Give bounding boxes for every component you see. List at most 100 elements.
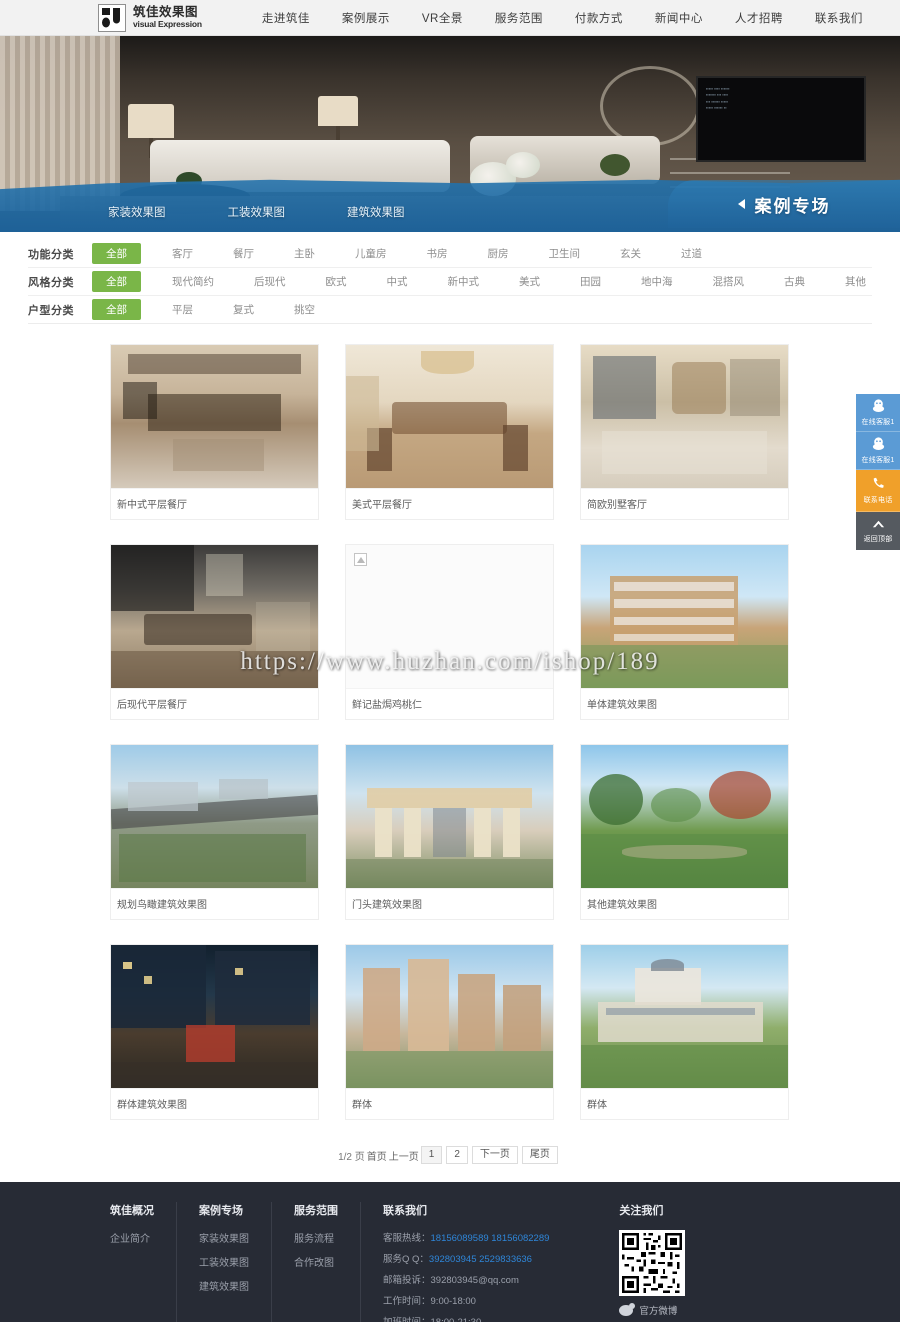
case-caption: 鲜记盐焗鸡桃仁: [346, 688, 553, 719]
filter-option[interactable]: 美式: [510, 272, 549, 291]
filter-option[interactable]: 主卧: [285, 244, 324, 263]
triangle-right-icon: [737, 199, 745, 209]
filter-option[interactable]: 新中式: [439, 272, 489, 291]
case-thumbnail: [111, 545, 318, 688]
case-thumbnail: [346, 545, 553, 688]
site-footer: 筑佳概况 企业简介 案例专场 家装效果图 工装效果图 建筑效果图 服务范围 服务流程 合作改图 …: [0, 1182, 900, 1322]
case-card[interactable]: 单体建筑效果图: [580, 544, 789, 720]
contact-value: 18:00-21:30: [431, 1317, 482, 1322]
footer-link[interactable]: 工装效果图: [199, 1254, 249, 1269]
qq-icon: [871, 398, 886, 415]
filter-option[interactable]: 现代简约: [163, 272, 223, 291]
case-thumbnail-art: [111, 345, 318, 488]
filter-label-1: 风格分类: [28, 276, 74, 289]
pagination-last[interactable]: 尾页: [521, 1146, 558, 1164]
case-card[interactable]: 群体: [345, 944, 554, 1120]
case-thumbnail: [581, 745, 788, 888]
float-bar-item-2[interactable]: 联系电话: [856, 470, 900, 512]
filter-option[interactable]: 挑空: [285, 300, 324, 319]
pagination-page[interactable]: 1: [420, 1146, 443, 1164]
footer-link[interactable]: 服务流程: [294, 1230, 338, 1245]
case-card[interactable]: 门头建筑效果图: [345, 744, 554, 920]
contact-value: 392803945@qq.com: [430, 1275, 519, 1286]
case-card[interactable]: 简欧别墅客厅: [580, 344, 789, 520]
footer-link[interactable]: 合作改图: [294, 1254, 338, 1269]
case-thumbnail: [111, 945, 318, 1088]
logo-mark-icon: [98, 3, 126, 32]
filter-option[interactable]: 过道: [672, 244, 711, 263]
footer-column: 服务范围 服务流程 合作改图: [294, 1202, 361, 1322]
float-bar-item-0[interactable]: 在线客服1: [856, 394, 900, 432]
filter-option[interactable]: 厨房: [479, 244, 518, 263]
nav-item-4[interactable]: 付款方式: [559, 10, 639, 26]
filter-option[interactable]: 中式: [378, 272, 417, 291]
case-card[interactable]: 规划鸟瞰建筑效果图: [110, 744, 319, 920]
filter-option[interactable]: 古典: [775, 272, 814, 291]
nav-item-7[interactable]: 联系我们: [799, 10, 879, 26]
banner-tab-1[interactable]: 工装效果图: [228, 204, 286, 220]
case-thumbnail-art: [111, 945, 318, 1088]
case-thumbnail-art: [581, 945, 788, 1088]
filter-option[interactable]: 全部: [92, 271, 141, 292]
footer-link[interactable]: 企业简介: [110, 1230, 154, 1245]
contact-label: 服务Q Q：: [383, 1254, 429, 1265]
filter-option[interactable]: 欧式: [317, 272, 356, 291]
nav-item-6[interactable]: 人才招聘: [719, 10, 799, 26]
filter-option[interactable]: 混搭风: [704, 272, 754, 291]
contact-line: 服务Q Q：392803945 2529833636: [383, 1251, 549, 1265]
case-card[interactable]: 群体: [580, 944, 789, 1120]
contact-value: 9:00-18:00: [430, 1296, 476, 1307]
filter-option[interactable]: 全部: [92, 243, 141, 264]
filter-option[interactable]: 复式: [224, 300, 263, 319]
float-bar-item-1[interactable]: 在线客服1: [856, 432, 900, 470]
banner-tab-2[interactable]: 建筑效果图: [347, 204, 405, 220]
nav-item-3[interactable]: 服务范围: [479, 10, 559, 26]
case-card[interactable]: 新中式平层餐厅: [110, 344, 319, 520]
case-card[interactable]: 其他建筑效果图: [580, 744, 789, 920]
filter-option[interactable]: 平层: [163, 300, 202, 319]
contact-value[interactable]: 18156089589 18156082289: [431, 1233, 550, 1244]
nav-item-2[interactable]: VR全景: [406, 10, 479, 26]
footer-column-title: 案例专场: [199, 1205, 243, 1217]
filter-panel: 功能分类 全部 客厅 餐厅 主卧 儿童房 书房 厨房 卫生间 玄关 过道 风格分类 全部 现代简约 后现代欧…: [0, 232, 900, 330]
case-card[interactable]: 后现代平层餐厅: [110, 544, 319, 720]
filter-option[interactable]: 地中海: [632, 272, 682, 291]
filter-option[interactable]: 卫生间: [540, 244, 590, 263]
filter-option[interactable]: 其他: [836, 272, 875, 291]
banner-tab-0[interactable]: 家装效果图: [108, 204, 166, 220]
broken-image-icon: [354, 553, 367, 566]
float-bar-label-3: 返回顶部: [863, 536, 893, 543]
filter-option[interactable]: 书房: [418, 244, 457, 263]
footer-link[interactable]: 建筑效果图: [199, 1278, 249, 1293]
filter-option[interactable]: 儿童房: [346, 244, 396, 263]
filter-option[interactable]: 玄关: [611, 244, 650, 263]
float-bar-item-3[interactable]: 返回顶部: [856, 512, 900, 550]
case-card[interactable]: 美式平层餐厅: [345, 344, 554, 520]
case-caption: 其他建筑效果图: [581, 888, 788, 919]
pagination-page[interactable]: 2: [446, 1146, 468, 1164]
filter-option[interactable]: 后现代: [245, 272, 295, 291]
pagination-prev[interactable]: 上一页: [389, 1148, 419, 1163]
pagination-first[interactable]: 首页: [367, 1148, 387, 1163]
filter-option[interactable]: 客厅: [163, 244, 202, 263]
nav-item-5[interactable]: 新闻中心: [639, 10, 719, 26]
page-root: 筑佳效果图 visual Expression 走进筑佳 案例展示 VR全景 服务范围…: [0, 0, 900, 1322]
nav-item-1[interactable]: 案例展示: [326, 10, 406, 26]
filter-row-1: 风格分类 全部 现代简约 后现代 欧式 中式 新中式 美式 田园 地中海 混搭风 古典 其他: [28, 268, 872, 296]
filter-option[interactable]: 田园: [571, 272, 610, 291]
case-card[interactable]: 鲜记盐焗鸡桃仁: [345, 544, 554, 720]
case-thumbnail-art: [581, 545, 788, 688]
weibo-link[interactable]: 官方微博: [619, 1302, 685, 1317]
contact-value[interactable]: 392803945 2529833636: [429, 1254, 532, 1265]
filter-option[interactable]: 餐厅: [224, 244, 263, 263]
filter-label-0: 功能分类: [28, 248, 74, 261]
pagination-next[interactable]: 下一页: [471, 1146, 518, 1164]
footer-link[interactable]: 家装效果图: [199, 1230, 249, 1245]
filter-option[interactable]: 全部: [92, 299, 141, 320]
weibo-label: 官方微博: [639, 1306, 678, 1317]
case-card[interactable]: 群体建筑效果图: [110, 944, 319, 1120]
site-logo[interactable]: 筑佳效果图 visual Expression: [98, 3, 202, 32]
case-caption: 门头建筑效果图: [346, 888, 553, 919]
qr-code-image: [619, 1230, 686, 1296]
nav-item-0[interactable]: 走进筑佳: [246, 10, 326, 26]
